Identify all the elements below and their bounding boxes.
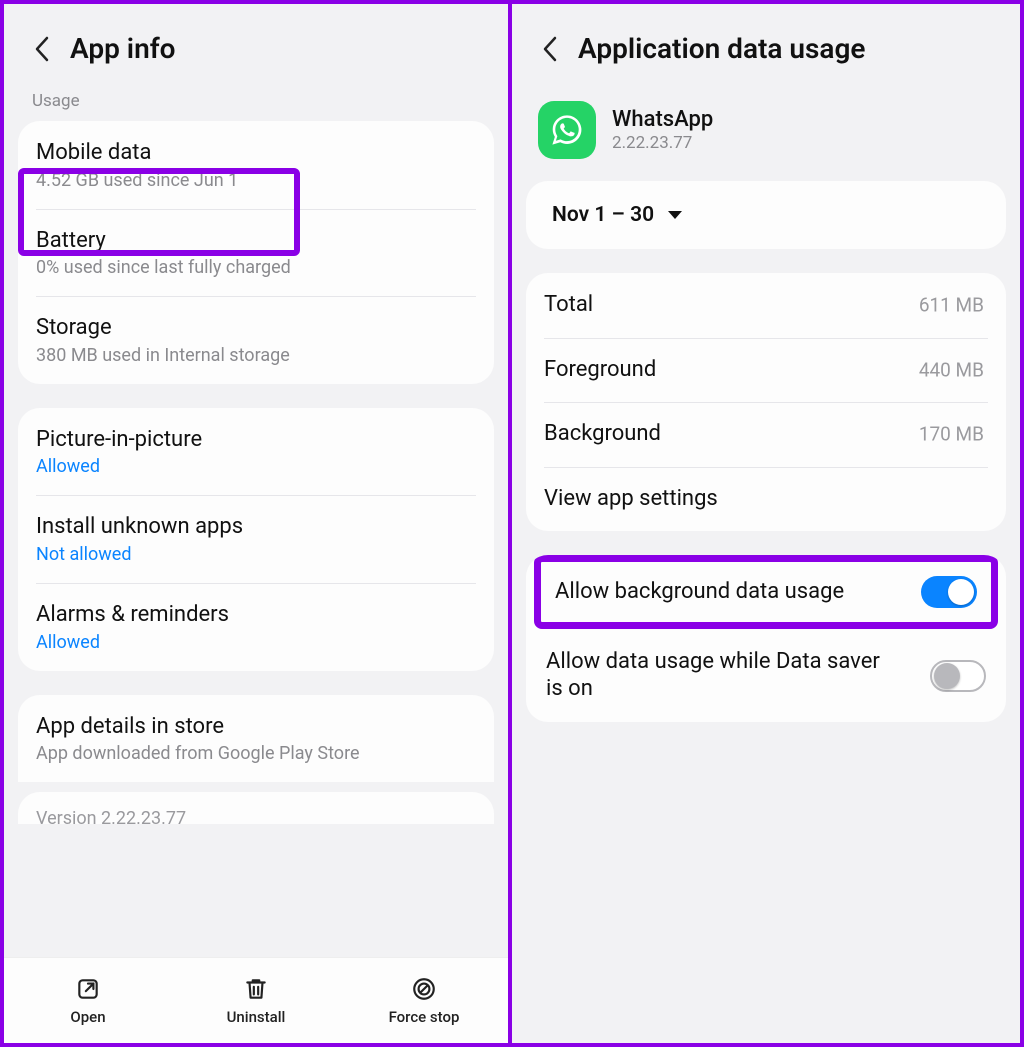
store-title: App details in store bbox=[36, 713, 476, 742]
forcestop-label: Force stop bbox=[389, 1008, 460, 1026]
section-usage-label: Usage bbox=[4, 83, 508, 115]
unknown-sub: Not allowed bbox=[36, 544, 476, 565]
data-usage-pane: Application data usage WhatsApp 2.22.23.… bbox=[512, 4, 1020, 1043]
allow-saver-switch[interactable] bbox=[930, 660, 986, 692]
pip-sub: Allowed bbox=[36, 456, 476, 477]
usage-card: Mobile data 4.52 GB used since Jun 1 Bat… bbox=[18, 121, 494, 384]
date-range-text: Nov 1 – 30 bbox=[552, 203, 654, 227]
row-battery[interactable]: Battery 0% used since last fully charged bbox=[18, 209, 494, 297]
row-unknown-apps[interactable]: Install unknown apps Not allowed bbox=[18, 495, 494, 583]
background-value: 170 MB bbox=[919, 423, 984, 446]
uninstall-label: Uninstall bbox=[227, 1008, 286, 1026]
page-title-right: Application data usage bbox=[578, 32, 865, 65]
trash-icon bbox=[243, 976, 269, 1002]
row-foreground[interactable]: Foreground 440 MB bbox=[526, 338, 1006, 403]
row-mobile-data[interactable]: Mobile data 4.52 GB used since Jun 1 bbox=[18, 121, 494, 209]
row-store[interactable]: App details in store App downloaded from… bbox=[18, 695, 494, 783]
open-icon bbox=[75, 976, 101, 1002]
toggle-allow-bg[interactable]: Allow background data usage bbox=[541, 562, 991, 622]
view-settings-label: View app settings bbox=[544, 485, 988, 514]
usage-stats-card: Total 611 MB Foreground 440 MB Backgroun… bbox=[526, 273, 1006, 531]
force-stop-button[interactable]: Force stop bbox=[344, 976, 504, 1026]
open-button[interactable]: Open bbox=[8, 976, 168, 1026]
chevron-left-icon bbox=[542, 36, 558, 62]
toggle-allow-saver[interactable]: Allow data usage while Data saver is on bbox=[526, 629, 1006, 722]
app-name: WhatsApp bbox=[612, 107, 713, 132]
date-range-selector[interactable]: Nov 1 – 30 bbox=[526, 181, 1006, 249]
storage-title: Storage bbox=[36, 314, 476, 343]
store-sub: App downloaded from Google Play Store bbox=[36, 743, 476, 764]
app-info-pane: App info Usage Mobile data 4.52 GB used … bbox=[4, 4, 512, 1043]
mobile-data-title: Mobile data bbox=[36, 139, 476, 168]
forbidden-icon bbox=[411, 976, 437, 1002]
version-peek: Version 2.22.23.77 bbox=[18, 792, 494, 824]
back-button-right[interactable] bbox=[536, 35, 564, 63]
highlight-allow-bg: Allow background data usage bbox=[534, 555, 998, 629]
total-value: 611 MB bbox=[919, 294, 984, 317]
row-alarms[interactable]: Alarms & reminders Allowed bbox=[18, 583, 494, 671]
header-right: Application data usage bbox=[512, 4, 1020, 83]
foreground-value: 440 MB bbox=[919, 358, 984, 381]
allow-saver-label: Allow data usage while Data saver is on bbox=[546, 649, 886, 702]
header: App info bbox=[4, 4, 508, 83]
mobile-data-sub: 4.52 GB used since Jun 1 bbox=[36, 170, 476, 191]
alarms-sub: Allowed bbox=[36, 632, 476, 653]
allow-bg-switch[interactable] bbox=[921, 576, 977, 608]
permissions-card: Picture-in-picture Allowed Install unkno… bbox=[18, 408, 494, 671]
row-background[interactable]: Background 170 MB bbox=[526, 402, 1006, 467]
bottom-toolbar: Open Uninstall Force stop bbox=[4, 957, 508, 1043]
app-version: 2.22.23.77 bbox=[612, 133, 713, 153]
storage-sub: 380 MB used in Internal storage bbox=[36, 345, 476, 366]
row-pip[interactable]: Picture-in-picture Allowed bbox=[18, 408, 494, 496]
triangle-down-icon bbox=[666, 208, 684, 222]
app-identity: WhatsApp 2.22.23.77 bbox=[512, 83, 1020, 167]
battery-title: Battery bbox=[36, 227, 476, 256]
open-label: Open bbox=[70, 1008, 105, 1026]
page-title: App info bbox=[70, 32, 176, 65]
allow-bg-label: Allow background data usage bbox=[555, 579, 844, 605]
whatsapp-icon bbox=[538, 101, 596, 159]
battery-sub: 0% used since last fully charged bbox=[36, 257, 476, 278]
back-button[interactable] bbox=[28, 35, 56, 63]
store-card: App details in store App downloaded from… bbox=[18, 695, 494, 783]
alarms-title: Alarms & reminders bbox=[36, 601, 476, 630]
uninstall-button[interactable]: Uninstall bbox=[176, 976, 336, 1026]
chevron-left-icon bbox=[34, 36, 50, 62]
row-view-settings[interactable]: View app settings bbox=[526, 467, 1006, 532]
toggles-card: Allow background data usage Allow data u… bbox=[526, 555, 1006, 722]
row-storage[interactable]: Storage 380 MB used in Internal storage bbox=[18, 296, 494, 384]
row-total[interactable]: Total 611 MB bbox=[526, 273, 1006, 338]
unknown-title: Install unknown apps bbox=[36, 513, 476, 542]
pip-title: Picture-in-picture bbox=[36, 426, 476, 455]
